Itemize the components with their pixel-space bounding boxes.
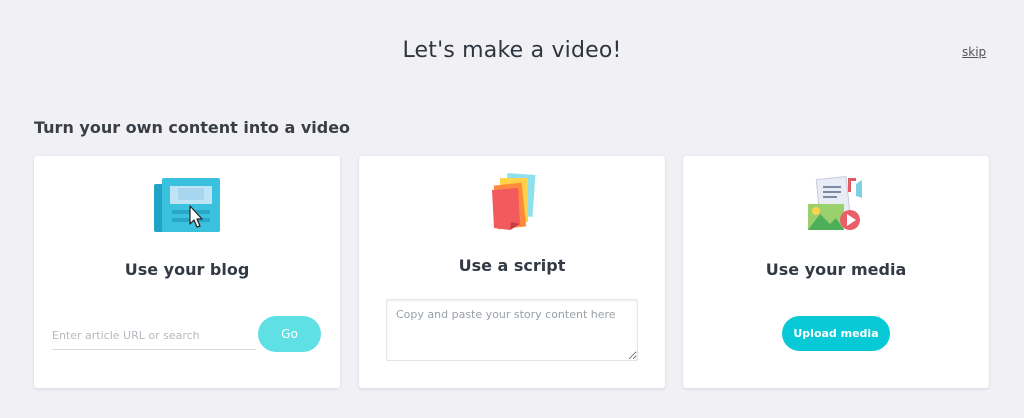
blog-card: Use your blog Go bbox=[34, 156, 340, 388]
media-card-title: Use your media bbox=[765, 260, 907, 279]
script-card: Use a script bbox=[359, 156, 665, 388]
media-card: Use your media Upload media bbox=[683, 156, 989, 388]
document-stack-icon bbox=[492, 173, 536, 230]
go-button[interactable]: Go bbox=[258, 316, 321, 352]
skip-link[interactable]: skip bbox=[962, 45, 986, 59]
newspaper-icon bbox=[154, 178, 220, 232]
media-collage-icon bbox=[808, 176, 862, 230]
article-url-input[interactable] bbox=[52, 322, 256, 350]
upload-media-button[interactable]: Upload media bbox=[782, 316, 890, 351]
section-title: Turn your own content into a video bbox=[34, 118, 351, 137]
page-title: Let's make a video! bbox=[402, 38, 622, 63]
story-content-textarea[interactable] bbox=[386, 299, 638, 361]
script-card-title: Use a script bbox=[458, 256, 566, 275]
blog-card-title: Use your blog bbox=[124, 260, 250, 279]
